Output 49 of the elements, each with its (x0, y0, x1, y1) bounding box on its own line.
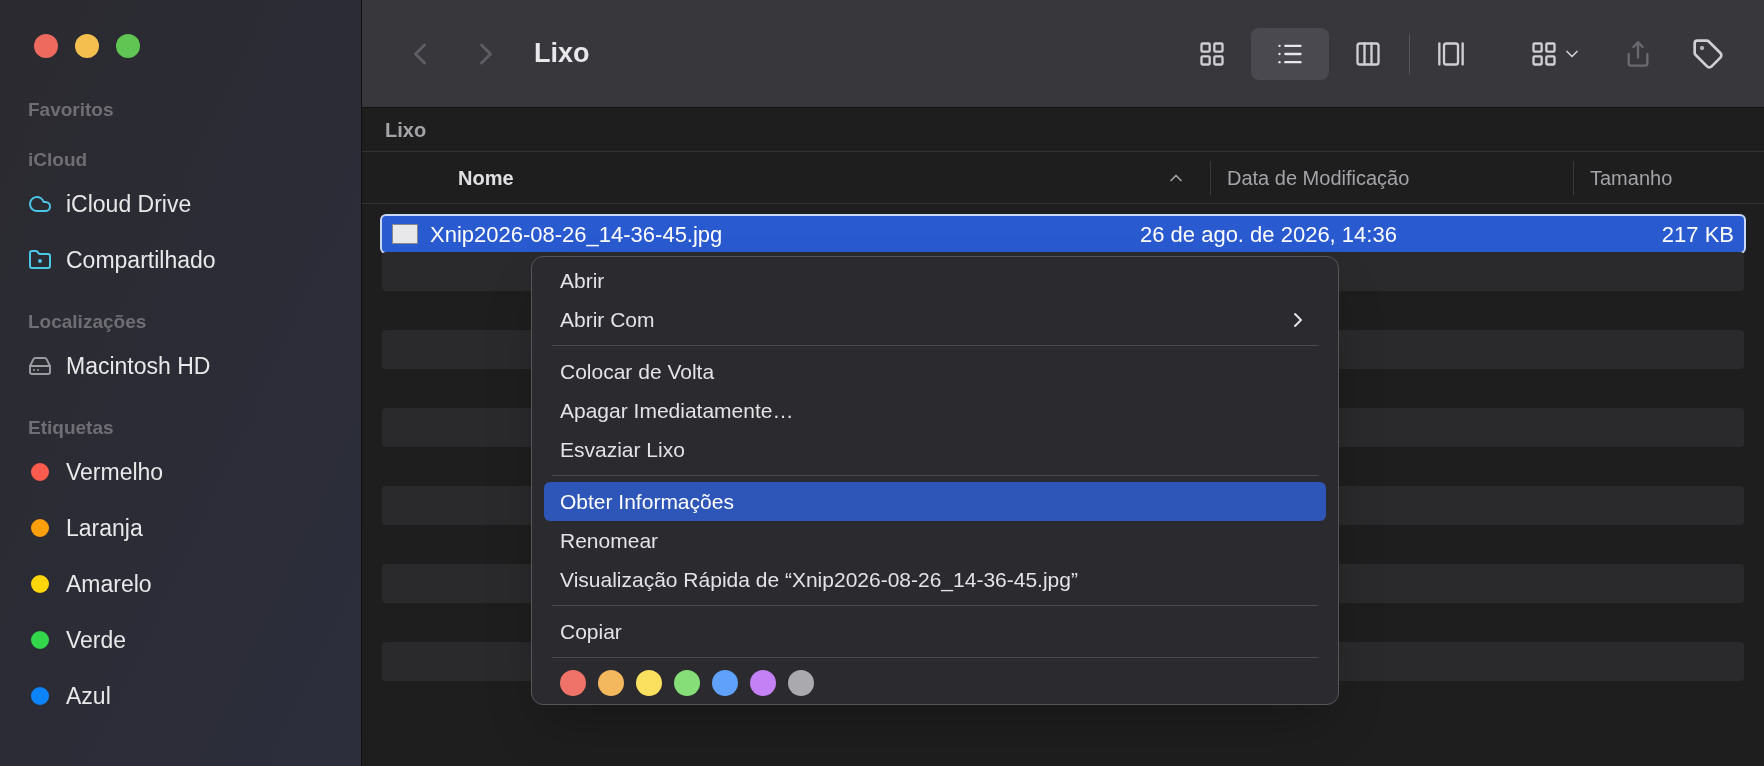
grid-icon (1530, 39, 1558, 68)
tag-color-option[interactable] (788, 670, 814, 696)
menu-item[interactable]: Visualização Rápida de “Xnip2026-08-26_14-36-45.jpg” (544, 560, 1326, 599)
file-size: 217 KB (1660, 220, 1735, 249)
sidebar-section-title: Localizações (28, 310, 148, 334)
sidebar-item[interactable]: Verde (28, 612, 333, 668)
gallery-icon (1437, 39, 1465, 68)
column-header[interactable]: Nome (362, 160, 1210, 195)
menu-item[interactable]: Abrir Com (544, 300, 1326, 339)
tag-button[interactable] (1692, 37, 1724, 70)
drive-icon (28, 354, 52, 378)
shared-folder-icon (28, 248, 52, 272)
sidebar-section-title: Etiquetas (28, 416, 115, 440)
tag-color-option[interactable] (674, 670, 700, 696)
sidebar-item[interactable]: Azul (28, 668, 333, 724)
sidebar-item[interactable]: Vermelho (28, 444, 333, 500)
grid-icon (1198, 39, 1226, 68)
sidebar-item[interactable]: Laranja (28, 500, 333, 556)
column-header[interactable]: Data de Modificação (1210, 160, 1573, 195)
menu-item[interactable]: Colocar de Volta (544, 352, 1326, 391)
sidebar-item[interactable]: Amarelo (28, 556, 333, 612)
minimize-button[interactable] (75, 34, 99, 58)
file-name: Xnip2026-08-26_14-36-45.jpg (430, 220, 724, 249)
columns-icon (1354, 39, 1382, 68)
column-header[interactable]: Tamanho (1573, 160, 1764, 195)
sidebar-section-title: iCloud (28, 148, 89, 172)
tag-color-option[interactable] (636, 670, 662, 696)
sidebar-section-title: Favoritos (28, 98, 115, 122)
zoom-button[interactable] (116, 34, 140, 58)
window-title: Lixo (534, 37, 590, 71)
menu-item[interactable]: Abrir (544, 261, 1326, 300)
path-bar-label: Lixo (385, 117, 427, 143)
tag-color-option[interactable] (598, 670, 624, 696)
file-row[interactable]: Xnip2026-08-26_14-36-45.jpg 26 de ago. de 2026, 14:36 217 KB (382, 216, 1744, 252)
sidebar-item[interactable]: Compartilhado (28, 232, 333, 288)
menu-item[interactable]: Obter Informações (544, 482, 1326, 521)
sidebar-item[interactable]: Macintosh HD (28, 338, 333, 394)
menu-item[interactable]: Esvaziar Lixo (544, 430, 1326, 469)
tag-color-option[interactable] (560, 670, 586, 696)
tag-color-option[interactable] (712, 670, 738, 696)
menu-item[interactable]: Apagar Imediatamente… (544, 391, 1326, 430)
tag-color-option[interactable] (750, 670, 776, 696)
file-date: 26 de ago. de 2026, 14:36 (1140, 220, 1398, 249)
menu-item[interactable]: Renomear (544, 521, 1326, 560)
sidebar-item[interactable]: iCloud Drive (28, 176, 333, 232)
close-button[interactable] (34, 34, 58, 58)
image-file-icon (392, 224, 418, 244)
menu-item[interactable]: Copiar (544, 612, 1326, 651)
list-view-button[interactable] (1251, 27, 1329, 80)
